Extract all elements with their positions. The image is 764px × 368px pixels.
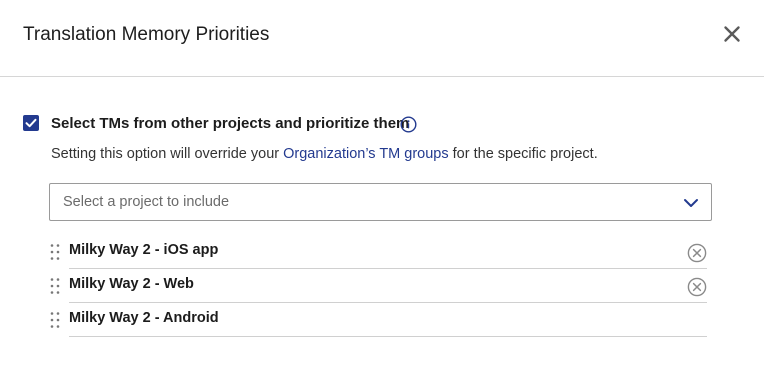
info-icon[interactable] [400, 116, 417, 133]
org-tm-groups-link[interactable]: Organization’s TM groups [283, 146, 449, 162]
project-row-label: Milky Way 2 - iOS app [69, 242, 219, 258]
help-text-prefix: Setting this option will override your [51, 146, 284, 162]
close-icon [724, 26, 740, 42]
select-tms-label[interactable]: Select TMs from other projects and prior… [51, 115, 409, 132]
checkmark-icon [25, 118, 37, 128]
help-text: Setting this option will override your O… [51, 146, 598, 162]
project-row: Milky Way 2 - Web [49, 269, 709, 303]
drag-handle-icon[interactable] [49, 277, 61, 295]
close-button[interactable] [722, 24, 742, 44]
remove-circle-icon [687, 277, 707, 297]
project-row-label: Milky Way 2 - Android [69, 310, 219, 326]
dialog-header: Translation Memory Priorities [0, 0, 764, 77]
project-select-placeholder: Select a project to include [63, 194, 230, 210]
remove-project-button[interactable] [687, 277, 707, 297]
row-divider [69, 336, 707, 337]
dialog-title: Translation Memory Priorities [23, 24, 270, 45]
remove-circle-icon [687, 243, 707, 263]
remove-project-button[interactable] [687, 243, 707, 263]
drag-handle-icon[interactable] [49, 243, 61, 261]
project-row: Milky Way 2 - Android [49, 303, 709, 337]
select-tms-checkbox[interactable] [23, 115, 39, 131]
project-select[interactable]: Select a project to include [49, 183, 712, 221]
project-row-label: Milky Way 2 - Web [69, 276, 194, 292]
drag-handle-icon[interactable] [49, 311, 61, 329]
project-row: Milky Way 2 - iOS app [49, 235, 709, 269]
chevron-down-icon [684, 199, 698, 207]
help-text-suffix: for the specific project. [448, 146, 598, 162]
